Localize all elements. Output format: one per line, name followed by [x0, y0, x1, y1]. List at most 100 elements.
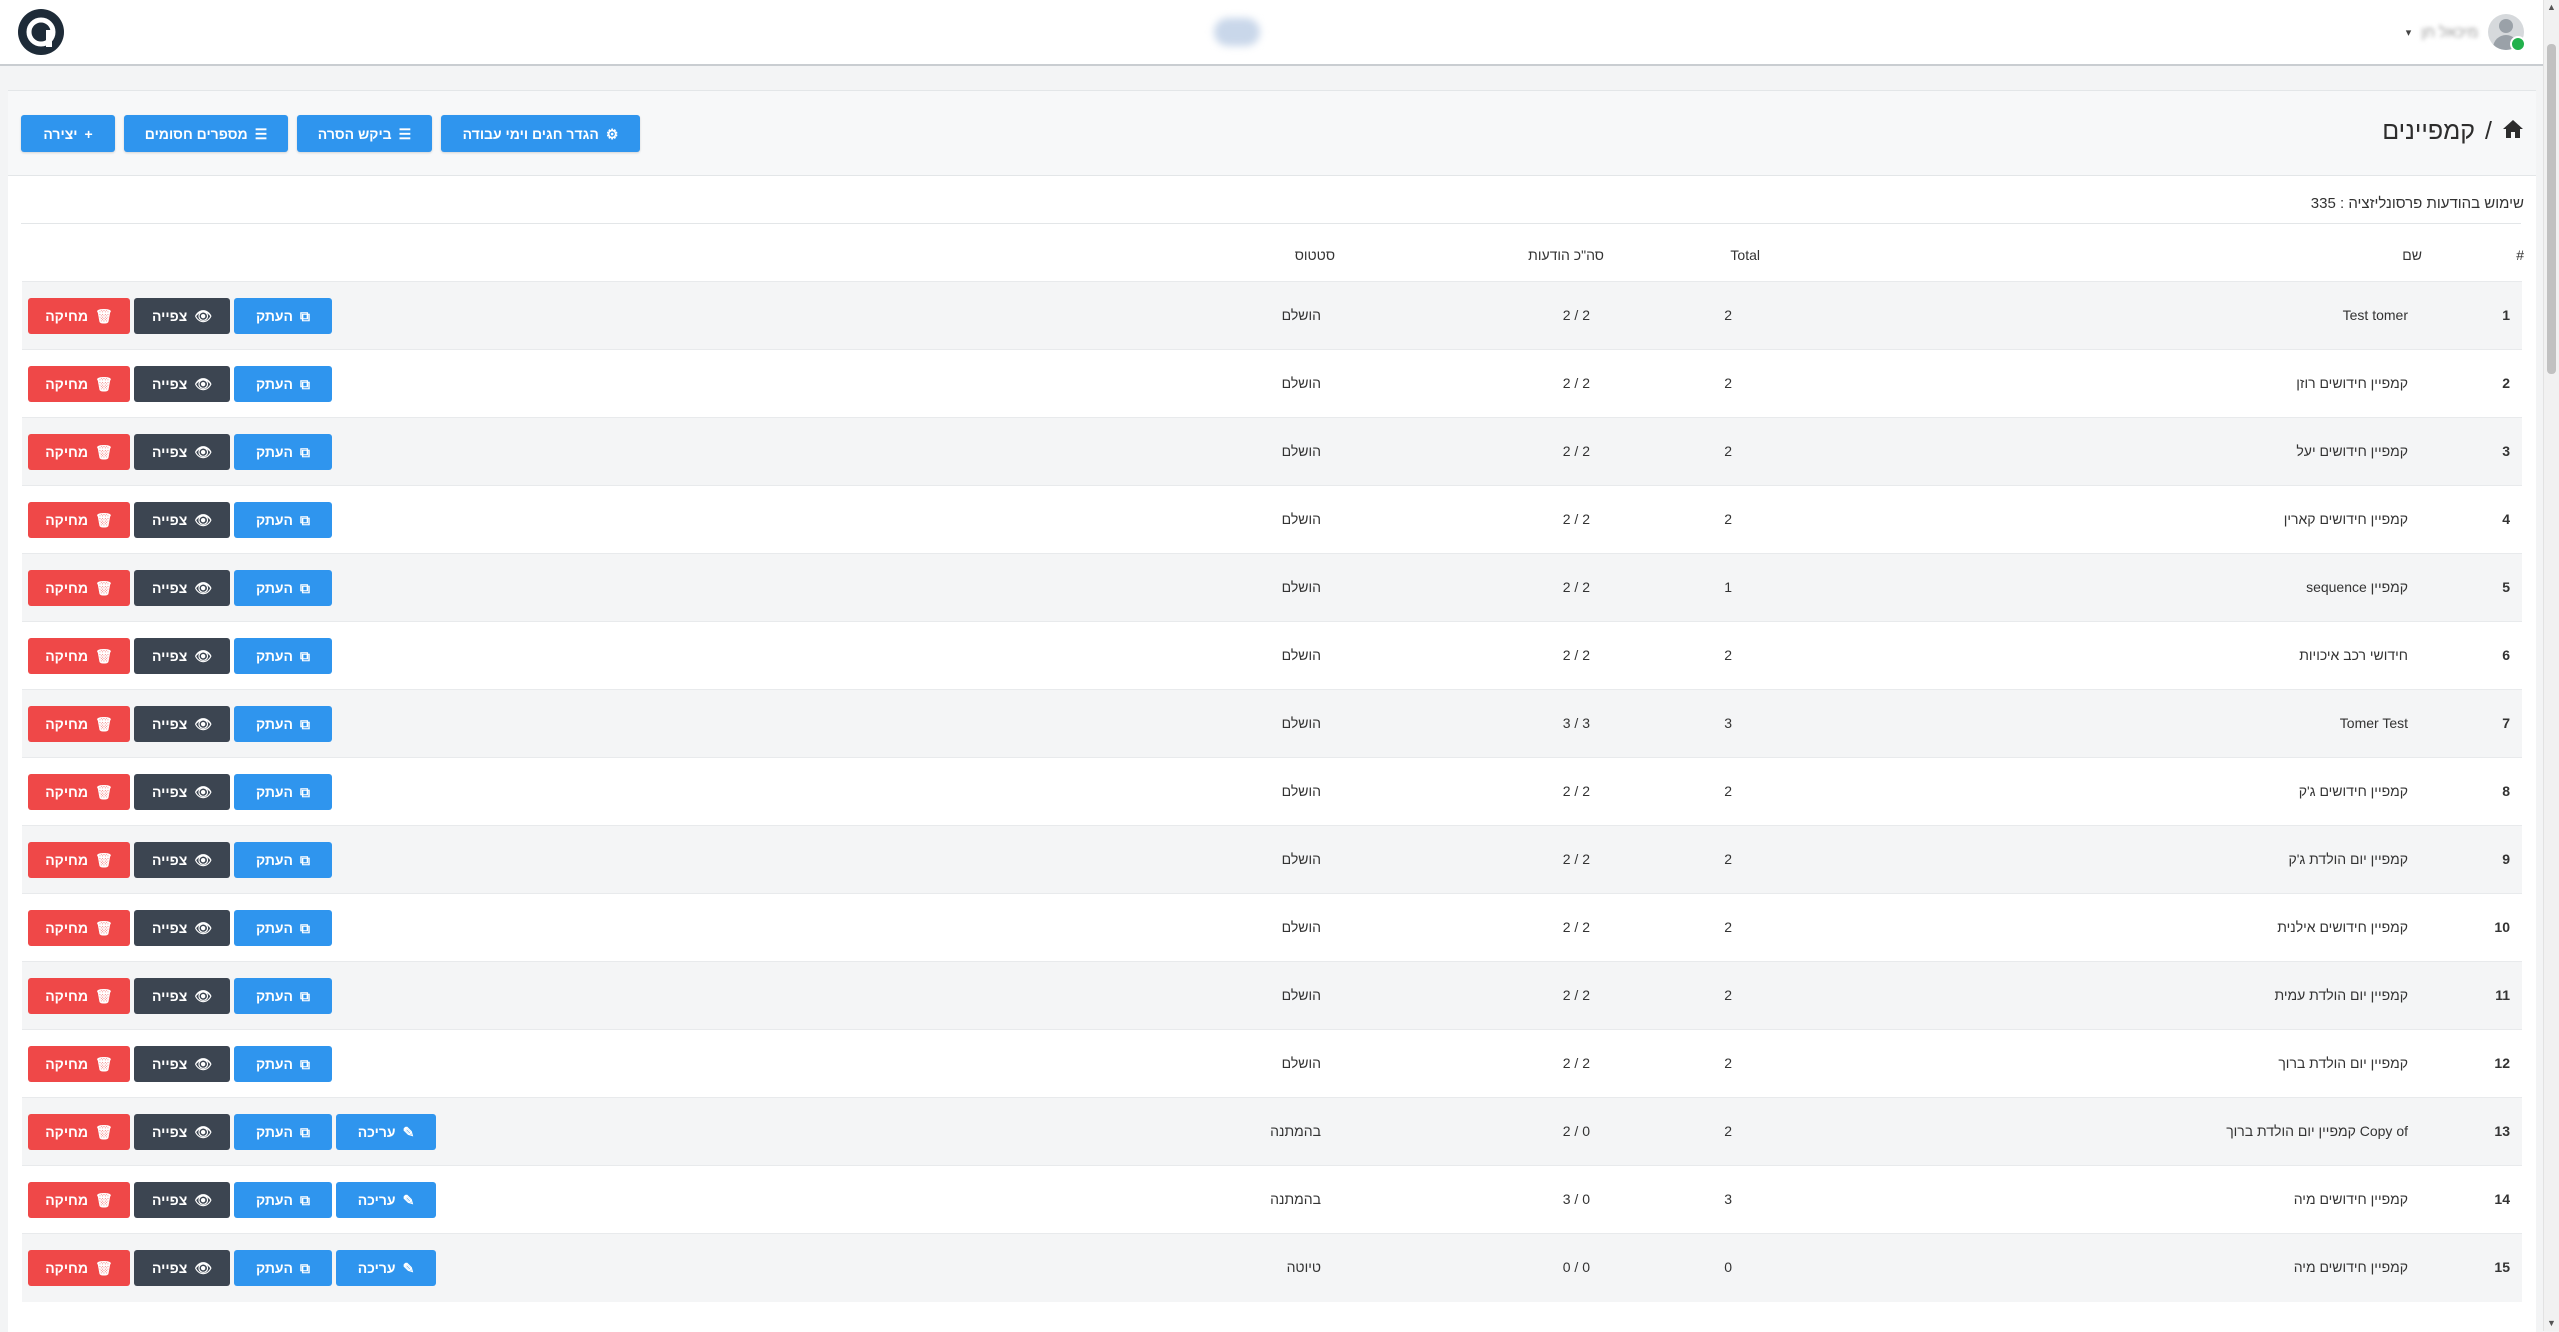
view-label: צפייה: [151, 716, 188, 732]
view-button[interactable]: 👁 צפייה: [134, 706, 230, 742]
row-actions: 🗑 מחיקה 👁 צפייה ⧉ העתק: [28, 434, 332, 470]
delete-button[interactable]: 🗑 מחיקה: [28, 1046, 130, 1082]
copy-button[interactable]: ⧉ העתק: [234, 978, 332, 1014]
delete-button[interactable]: 🗑 מחיקה: [28, 1114, 130, 1150]
trash-icon: 🗑: [95, 716, 113, 732]
header-status[interactable]: סטטוס: [1295, 247, 1335, 263]
copy-button[interactable]: ⧉ העתק: [234, 298, 332, 334]
copy-button[interactable]: ⧉ העתק: [234, 638, 332, 674]
delete-label: מחיקה: [45, 512, 89, 528]
view-button[interactable]: 👁 צפייה: [134, 1250, 230, 1286]
campaign-name: קמפיין חידושים רוזן: [2296, 375, 2408, 391]
app-logo[interactable]: [18, 9, 64, 55]
delete-button[interactable]: 🗑 מחיקה: [28, 706, 130, 742]
delete-button[interactable]: 🗑 מחיקה: [28, 842, 130, 878]
copy-button[interactable]: ⧉ העתק: [234, 366, 332, 402]
view-button[interactable]: 👁 צפייה: [134, 570, 230, 606]
home-icon[interactable]: [2502, 117, 2524, 146]
header-total[interactable]: Total: [1730, 247, 1760, 263]
view-button[interactable]: 👁 צפייה: [134, 1046, 230, 1082]
copy-button[interactable]: ⧉ העתק: [234, 1046, 332, 1082]
avatar[interactable]: [2488, 14, 2526, 52]
delete-button[interactable]: 🗑 מחיקה: [28, 978, 130, 1014]
edit-button[interactable]: ✎ עריכה: [336, 1250, 436, 1286]
view-button[interactable]: 👁 צפייה: [134, 1114, 230, 1150]
view-button[interactable]: 👁 צפייה: [134, 366, 230, 402]
delete-button[interactable]: 🗑 מחיקה: [28, 366, 130, 402]
campaign-name: קמפיין חידושים ג'ק: [2298, 783, 2408, 799]
delete-button[interactable]: 🗑 מחיקה: [28, 1250, 130, 1286]
view-button[interactable]: 👁 צפייה: [134, 434, 230, 470]
edit-label: עריכה: [357, 1124, 396, 1140]
online-status-icon: [2510, 36, 2526, 52]
user-menu[interactable]: מיכאל חן ▾: [2406, 14, 2526, 52]
scroll-down-arrow-icon[interactable]: ▼: [2544, 1316, 2559, 1331]
copy-button[interactable]: ⧉ העתק: [234, 774, 332, 810]
campaign-name: קמפיין חידושים יעל: [2296, 443, 2408, 459]
copy-button[interactable]: ⧉ העתק: [234, 842, 332, 878]
delete-label: מחיקה: [45, 1260, 89, 1276]
copy-button[interactable]: ⧉ העתק: [234, 502, 332, 538]
holidays-settings-button[interactable]: ⚙ הגדר חגים וימי עבודה: [441, 115, 640, 152]
delete-button[interactable]: 🗑 מחיקה: [28, 774, 130, 810]
eye-icon: 👁: [194, 1260, 213, 1276]
copy-label: העתק: [255, 716, 294, 732]
page-scrollbar[interactable]: ▲ ▼: [2543, 0, 2559, 1331]
top-navbar: מיכאל חן ▾: [0, 0, 2544, 66]
view-button[interactable]: 👁 צפייה: [134, 1182, 230, 1218]
eye-icon: 👁: [194, 988, 213, 1004]
edit-button[interactable]: ✎ עריכה: [336, 1182, 436, 1218]
campaign-total: 2: [1724, 1123, 1732, 1139]
view-button[interactable]: 👁 צפייה: [134, 298, 230, 334]
scroll-up-arrow-icon[interactable]: ▲: [2544, 0, 2559, 15]
view-button[interactable]: 👁 צפייה: [134, 910, 230, 946]
delete-button[interactable]: 🗑 מחיקה: [28, 570, 130, 606]
copy-button[interactable]: ⧉ העתק: [234, 706, 332, 742]
copy-button[interactable]: ⧉ העתק: [234, 434, 332, 470]
delete-label: מחיקה: [45, 1056, 89, 1072]
copy-button[interactable]: ⧉ העתק: [234, 910, 332, 946]
campaign-status: בהמתנה: [1270, 1191, 1321, 1207]
chevron-down-icon[interactable]: ▾: [2406, 26, 2412, 39]
create-campaign-button[interactable]: + יצירה: [21, 115, 115, 152]
campaign-total: 1: [1724, 579, 1732, 595]
copy-icon: ⧉: [300, 580, 311, 596]
header-messages[interactable]: סה"כ הודעות: [1528, 247, 1604, 263]
delete-button[interactable]: 🗑 מחיקה: [28, 434, 130, 470]
delete-button[interactable]: 🗑 מחיקה: [28, 1182, 130, 1218]
delete-button[interactable]: 🗑 מחיקה: [28, 298, 130, 334]
copy-label: העתק: [255, 1124, 294, 1140]
table-row: 1 Test tomer 2 2 / 2 הושלם 🗑 מחיקה 👁 צפייה ⧉ העתק: [22, 281, 2522, 350]
removal-requests-button[interactable]: ☰ ביקש הסרה: [297, 115, 432, 152]
view-button[interactable]: 👁 צפייה: [134, 774, 230, 810]
copy-button[interactable]: ⧉ העתק: [234, 570, 332, 606]
delete-button[interactable]: 🗑 מחיקה: [28, 638, 130, 674]
row-actions: 🗑 מחיקה 👁 צפייה ⧉ העתק ✎ עריכה: [28, 1114, 436, 1150]
delete-label: מחיקה: [45, 852, 89, 868]
trash-icon: 🗑: [95, 1260, 113, 1276]
view-label: צפייה: [151, 648, 188, 664]
view-button[interactable]: 👁 צפייה: [134, 638, 230, 674]
scroll-thumb[interactable]: [2547, 44, 2556, 374]
view-button[interactable]: 👁 צפייה: [134, 978, 230, 1014]
delete-button[interactable]: 🗑 מחיקה: [28, 502, 130, 538]
trash-icon: 🗑: [95, 1192, 113, 1208]
eye-icon: 👁: [194, 648, 213, 664]
copy-icon: ⧉: [300, 920, 311, 936]
row-index: 4: [2502, 511, 2510, 527]
copy-button[interactable]: ⧉ העתק: [234, 1114, 332, 1150]
copy-button[interactable]: ⧉ העתק: [234, 1182, 332, 1218]
row-actions: 🗑 מחיקה 👁 צפייה ⧉ העתק: [28, 842, 332, 878]
edit-button[interactable]: ✎ עריכה: [336, 1114, 436, 1150]
copy-button[interactable]: ⧉ העתק: [234, 1250, 332, 1286]
view-button[interactable]: 👁 צפייה: [134, 502, 230, 538]
campaign-messages: 2 / 2: [1562, 307, 1590, 323]
header-name[interactable]: שם: [2402, 247, 2422, 263]
campaign-status: הושלם: [1281, 1055, 1321, 1071]
view-button[interactable]: 👁 צפייה: [134, 842, 230, 878]
eye-icon: 👁: [194, 784, 213, 800]
delete-button[interactable]: 🗑 מחיקה: [28, 910, 130, 946]
divider: [21, 223, 2521, 224]
blocked-numbers-button[interactable]: ☰ מספרים חסומים: [124, 115, 288, 152]
plus-icon: +: [84, 125, 93, 142]
